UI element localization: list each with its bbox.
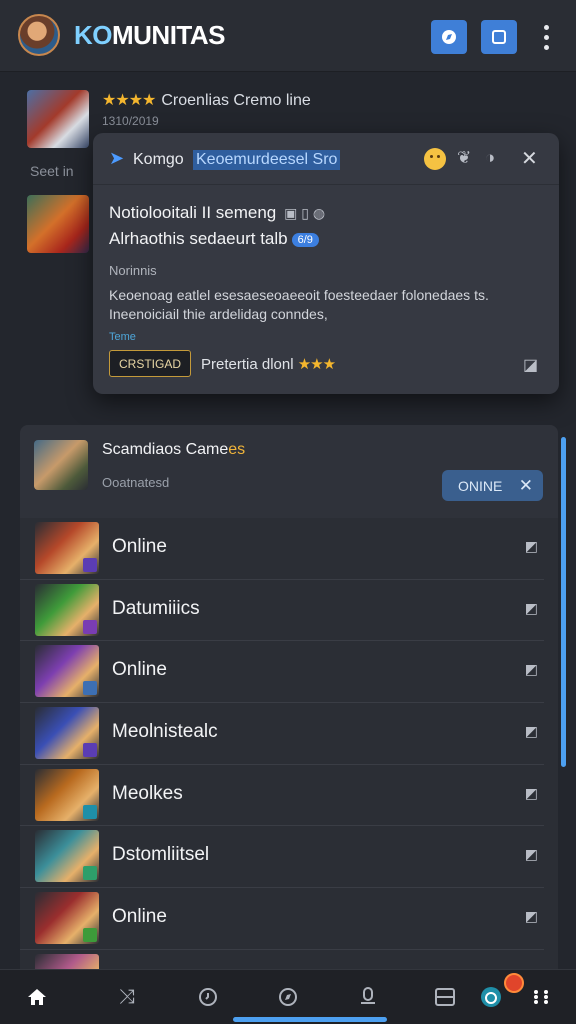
popup-rating: Pretertia dlonl ★★★ — [201, 356, 336, 373]
game-row[interactable]: Meolkes ◩ — [20, 765, 544, 827]
game-thumbnail — [35, 707, 99, 760]
selected-text[interactable]: Keoemurdeesel Sro — [193, 150, 341, 170]
platform-icon — [83, 866, 97, 881]
edit-icon[interactable]: ◩ — [525, 908, 538, 925]
ring-icon[interactable] — [476, 984, 506, 1010]
popup-title-line-2: Alrhaothis sedaeurt talb 6/9 — [109, 229, 319, 249]
game-row[interactable]: Meolnistealc ◩ — [20, 703, 544, 765]
platform-icon — [83, 681, 97, 696]
platform-icon — [83, 619, 97, 634]
game-name: Meolnistealc — [112, 721, 218, 743]
panel-thumbnail — [34, 440, 88, 490]
platform-icon — [83, 558, 97, 572]
edit-icon[interactable]: ◩ — [525, 538, 538, 555]
kebab-dot — [543, 44, 549, 50]
close-icon[interactable]: ✕ — [521, 146, 538, 171]
shuffle-icon[interactable]: ⤨ — [112, 984, 142, 1010]
count-badge: 6/9 — [291, 232, 319, 247]
games-panel: Scamdiaos Camees Ooatnatesd ONINE ✕ Onli… — [20, 425, 558, 985]
popup-link[interactable]: Teme — [109, 331, 136, 343]
app-title: KOMUNITAS — [74, 20, 226, 50]
send-icon: ➤ — [109, 148, 125, 168]
scrollbar[interactable] — [561, 437, 566, 767]
profile-avatar[interactable] — [18, 14, 60, 56]
post-thumbnail[interactable] — [27, 195, 89, 253]
edit-icon[interactable]: ◩ — [525, 661, 538, 678]
edit-icon[interactable]: ◩ — [525, 846, 538, 863]
game-name: Online — [112, 906, 167, 928]
top-app-bar: KOMUNITAS — [0, 0, 576, 72]
bottom-navigation: ⤨ — [0, 969, 576, 1024]
kebab-dot — [543, 34, 549, 40]
game-name: Online — [112, 536, 167, 557]
window-button[interactable] — [481, 20, 517, 54]
game-row[interactable]: Online ◩ — [20, 888, 544, 950]
window-icon[interactable] — [430, 984, 460, 1010]
game-thumbnail — [35, 892, 99, 945]
grid-icon[interactable] — [526, 984, 556, 1010]
compass-icon[interactable] — [273, 984, 303, 1010]
online-filter-chip[interactable]: ONINE ✕ — [442, 470, 543, 501]
compass-button[interactable] — [431, 20, 467, 54]
panel-subtitle: Ooatnatesd — [102, 475, 170, 490]
online-chip-label: ONINE — [458, 477, 503, 494]
game-row[interactable]: Dstomliitsel ◩ — [20, 826, 544, 889]
game-thumbnail — [35, 645, 99, 698]
more-options-icon[interactable] — [536, 22, 556, 52]
reaction-icon[interactable]: ❦ — [457, 148, 471, 168]
edit-icon[interactable]: ◩ — [525, 785, 538, 802]
tools-icon: ▣ ▯ ◍ — [280, 205, 326, 221]
info-icon[interactable]: ◑ — [485, 148, 495, 168]
home-icon[interactable] — [22, 984, 52, 1010]
section-label: Seet in — [30, 163, 74, 179]
platform-icon — [83, 804, 97, 819]
popup-author[interactable]: Komgo — [133, 151, 184, 169]
game-name: Dstomliitsel — [112, 844, 210, 866]
mic-icon[interactable] — [353, 984, 383, 1010]
edit-icon[interactable]: ◩ — [525, 600, 538, 617]
compass-icon — [442, 30, 456, 44]
game-name: Online — [112, 659, 167, 681]
post-preview-popup: ➤ Komgo Keoemurdeesel Sro ❦ ◑ ✕ Notioloo… — [93, 133, 559, 394]
game-name: Meolkes — [112, 782, 183, 804]
platform-icon — [83, 743, 97, 758]
game-thumbnail — [35, 583, 99, 636]
post-title[interactable]: ★★★★ Croenlias Cremo line — [102, 90, 311, 110]
popup-title-line-1: Notiolooitali II semeng ▣ ▯ ◍ — [109, 203, 326, 222]
post-thumbnail[interactable] — [27, 90, 89, 148]
game-row[interactable]: Datumiiics ◩ — [20, 580, 544, 642]
game-row[interactable]: Online ◩ — [20, 518, 544, 580]
game-list: Online ◩ Datumiiics ◩ Online ◩ Meolnistealc ◩ Me… — [20, 518, 558, 985]
game-row[interactable]: Online ◩ — [20, 641, 544, 704]
emoji-icon[interactable] — [424, 148, 446, 170]
kebab-dot — [543, 24, 549, 30]
game-thumbnail — [35, 830, 99, 883]
platform-icon — [83, 928, 97, 943]
game-thumbnail — [35, 768, 99, 821]
square-icon — [492, 30, 506, 44]
post-date: 1310/2019 — [102, 114, 159, 128]
games-panel-header: Scamdiaos Camees Ooatnatesd ONINE ✕ — [20, 425, 558, 518]
popup-header: ➤ Komgo Keoemurdeesel Sro ❦ ◑ ✕ — [93, 133, 559, 185]
popup-badge[interactable]: CRSTIGAD — [109, 350, 191, 377]
home-indicator[interactable] — [233, 1017, 387, 1022]
clock-icon[interactable] — [193, 984, 223, 1010]
popup-section-label: Norinnis — [109, 263, 157, 278]
edit-icon[interactable]: ◩ — [525, 723, 538, 740]
close-icon[interactable]: ✕ — [519, 476, 533, 496]
game-thumbnail — [35, 522, 99, 574]
share-icon[interactable]: ◪ — [523, 355, 538, 375]
popup-body-text: Keoenoag eatlel esesaeseoaeeoit foesteed… — [109, 287, 489, 322]
notification-badge — [504, 973, 524, 993]
game-name: Datumiiics — [112, 597, 200, 619]
panel-title: Scamdiaos Camees — [102, 441, 246, 458]
